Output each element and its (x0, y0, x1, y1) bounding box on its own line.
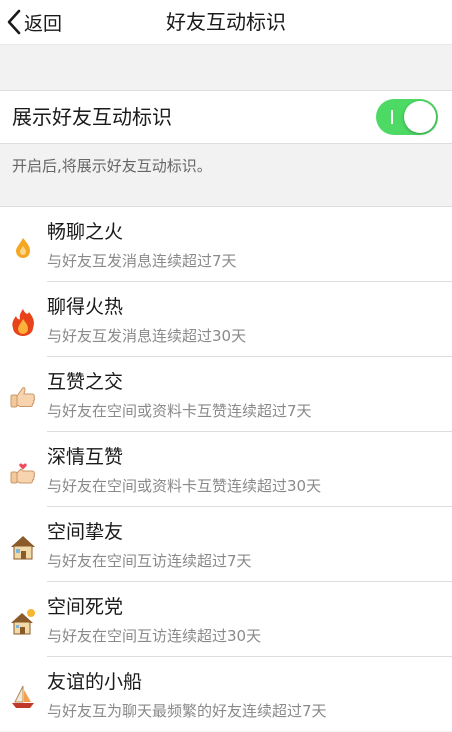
big-flame-icon (8, 307, 38, 337)
list-item: 空间挚友 与好友在空间互访连续超过7天 (0, 507, 452, 582)
description-area: 开启后,将展示好友互动标识。 (0, 144, 452, 206)
item-title: 畅聊之火 (47, 221, 124, 243)
item-subtitle: 与好友互为聊天最频繁的好友连续超过7天 (47, 702, 327, 720)
item-title: 互赞之交 (47, 371, 124, 393)
badge-list: 畅聊之火 与好友互发消息连续超过7天 聊得火热 与好友互发消息连续超过30天 互… (0, 206, 452, 731)
description-text: 开启后,将展示好友互动标识。 (12, 157, 212, 175)
back-button[interactable]: 返回 (6, 6, 62, 38)
item-title: 空间死党 (47, 596, 124, 618)
show-interaction-badges-switch[interactable] (376, 99, 438, 135)
item-subtitle: 与好友在空间或资料卡互赞连续超过7天 (47, 402, 312, 420)
item-subtitle: 与好友在空间或资料卡互赞连续超过30天 (47, 477, 322, 495)
sailboat-icon (8, 682, 38, 712)
item-title: 深情互赞 (47, 446, 124, 468)
list-item: 聊得火热 与好友互发消息连续超过30天 (0, 282, 452, 357)
house-icon (8, 532, 38, 562)
item-subtitle: 与好友在空间互访连续超过30天 (47, 627, 262, 645)
switch-knob (404, 101, 436, 133)
thumbs-up-heart-icon (8, 457, 38, 487)
list-item: 互赞之交 与好友在空间或资料卡互赞连续超过7天 (0, 357, 452, 432)
item-subtitle: 与好友互发消息连续超过30天 (47, 327, 247, 345)
item-subtitle: 与好友互发消息连续超过7天 (47, 252, 237, 270)
list-item: 空间死党 与好友在空间互访连续超过30天 (0, 582, 452, 657)
list-item: 畅聊之火 与好友互发消息连续超过7天 (0, 207, 452, 282)
section-gap (0, 45, 452, 90)
back-label: 返回 (24, 12, 63, 35)
chevron-left-icon (6, 9, 22, 35)
show-interaction-badges-row: 展示好友互动标识 (0, 90, 452, 144)
list-item: 友谊的小船 与好友互为聊天最频繁的好友连续超过7天 (0, 657, 452, 732)
item-title: 友谊的小船 (47, 671, 143, 693)
list-item: 深情互赞 与好友在空间或资料卡互赞连续超过30天 (0, 432, 452, 507)
navigation-bar: 返回 好友互动标识 (0, 0, 452, 45)
small-flame-icon (8, 232, 38, 262)
thumbs-up-icon (8, 382, 38, 412)
page-title: 好友互动标识 (166, 10, 286, 34)
toggle-label: 展示好友互动标识 (12, 105, 172, 129)
house-sun-icon (8, 607, 38, 637)
item-title: 空间挚友 (47, 521, 124, 543)
switch-on-mark (391, 110, 393, 124)
item-subtitle: 与好友在空间互访连续超过7天 (47, 552, 252, 570)
item-title: 聊得火热 (47, 296, 124, 318)
